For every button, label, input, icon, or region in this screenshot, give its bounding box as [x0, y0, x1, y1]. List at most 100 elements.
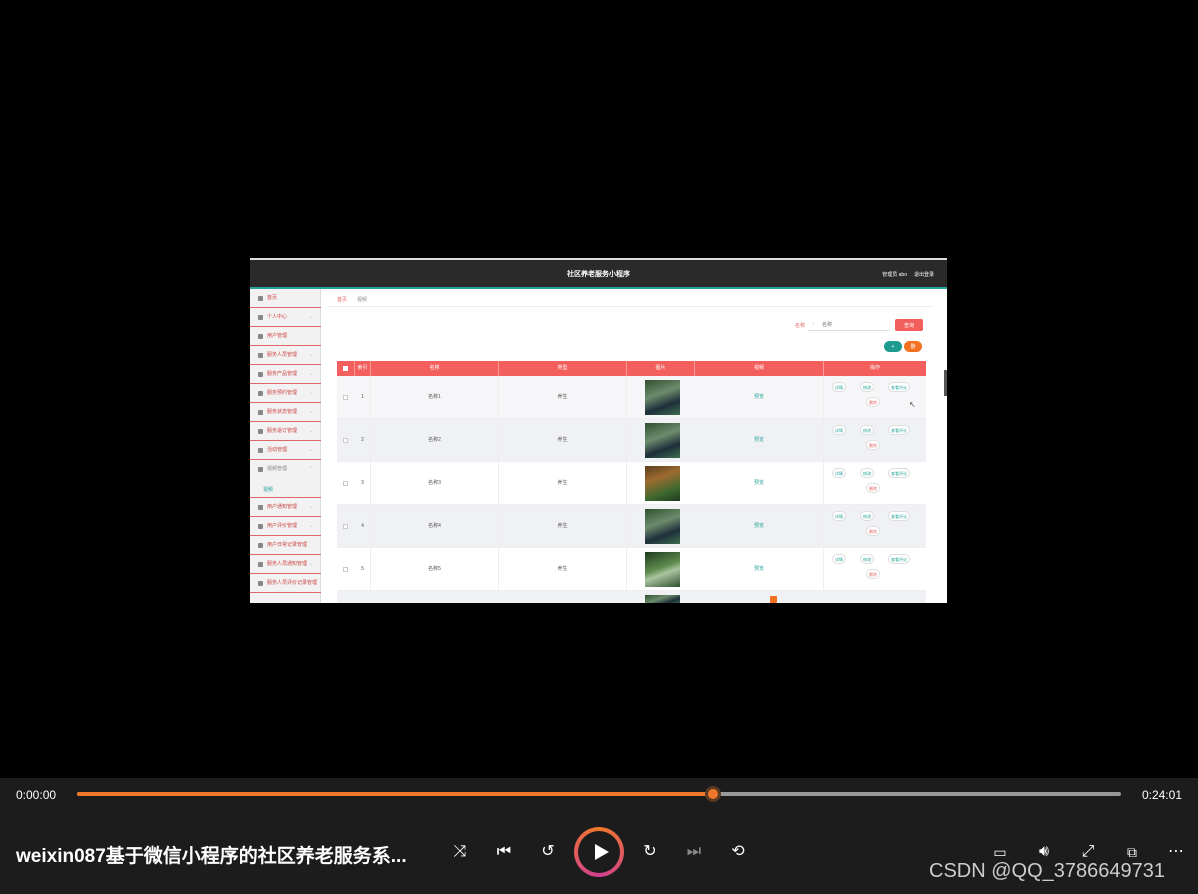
row-checkbox[interactable] [343, 567, 348, 572]
row-checkbox[interactable] [343, 481, 348, 486]
detail-button[interactable]: 详情 [832, 425, 846, 435]
sidebar-item-home[interactable]: 首页 [250, 289, 321, 308]
edit-button[interactable]: 修改 [860, 511, 874, 521]
row-thumbnail[interactable] [645, 509, 680, 544]
seek-bar-handle[interactable] [704, 786, 721, 802]
detail-button[interactable]: 详情 [832, 382, 846, 392]
previous-icon[interactable]: ⏮ [492, 840, 516, 864]
cell-video-preview[interactable]: 预览 [695, 419, 824, 462]
chevron-down-icon: ⌄ [308, 314, 313, 320]
sidebar-item-label: 用户日常记录管理 [267, 542, 308, 548]
header-type: 类型 [499, 361, 627, 376]
chevron-down-icon: ⌄ [308, 371, 313, 377]
sidebar-subitem-video[interactable]: 视频 [263, 486, 273, 493]
sidebar-item-staff-review[interactable]: 服务人员评价记录管理 [250, 574, 321, 593]
table-row: 5 名称5 养生 预览 详情 修改 查看评论 删除 [337, 548, 926, 591]
sidebar-item-label: 服务产品管理 [267, 371, 298, 377]
sidebar-item-video[interactable]: 视频管理 ⌃ [250, 460, 321, 498]
sidebar-item-user-review[interactable]: 用户评价管理 ⌄ [250, 517, 321, 536]
forward-30-icon[interactable]: ↻ [638, 840, 662, 864]
row-delete-button[interactable]: 删除 [866, 483, 880, 493]
chevron-down-icon: ⌄ [308, 409, 313, 415]
search-label: 名称 [795, 323, 806, 329]
cell-video-preview[interactable]: 预览 [695, 376, 824, 419]
breadcrumb-home[interactable]: 首页 [337, 296, 347, 303]
cell-name: 名称2 [371, 419, 499, 462]
cell-type: 养生 [499, 462, 627, 505]
row-checkbox[interactable] [343, 395, 348, 400]
shuffle-icon[interactable]: ⤨ [448, 840, 472, 864]
app-title: 社区养老服务小程序 [567, 271, 630, 278]
scrollbar-thumb[interactable] [944, 370, 947, 396]
sidebar-item-user-notice[interactable]: 用户通知管理 ⌄ [250, 498, 321, 517]
edit-button[interactable]: 修改 [860, 468, 874, 478]
header-actions: 操作 [869, 365, 880, 371]
view-comments-button[interactable]: 查看评论 [888, 511, 910, 521]
edit-button[interactable]: 修改 [860, 382, 874, 392]
detail-button[interactable]: 详情 [832, 554, 846, 564]
search-button[interactable]: 查询 [895, 319, 923, 331]
table-header: 索引 名称 类型 图片 视频 操作 [337, 361, 926, 376]
row-checkbox[interactable] [343, 524, 348, 529]
sidebar-item-refund[interactable]: 服务退订管理 ⌄ [250, 422, 321, 441]
header-accent-line [250, 287, 947, 289]
cell-index: 4 [355, 505, 371, 548]
header-checkbox[interactable] [337, 361, 355, 376]
row-checkbox[interactable] [343, 438, 348, 443]
row-delete-button[interactable]: 删除 [866, 440, 880, 450]
detail-button[interactable]: 详情 [832, 511, 846, 521]
logout-link[interactable]: 退出登录 [914, 271, 934, 278]
sidebar-item-activity[interactable]: 活动管理 ⌄ [250, 441, 321, 460]
row-delete-button[interactable]: 删除 [866, 526, 880, 536]
cell-video-preview[interactable]: 预览 [695, 505, 824, 548]
table-row: 4 名称4 养生 预览 详情 修改 查看评论 删除 [337, 505, 926, 548]
view-comments-button[interactable]: 查看评论 [888, 425, 910, 435]
row-delete-button[interactable]: 删除 [866, 569, 880, 579]
row-thumbnail[interactable] [645, 423, 680, 458]
search-input[interactable] [808, 319, 890, 331]
header-index: 索引 [355, 361, 371, 376]
cell-index: 5 [355, 548, 371, 591]
sidebar-item-label: 用户通知管理 [267, 504, 298, 510]
chevron-down-icon: ⌄ [308, 504, 313, 510]
edit-button[interactable]: 修改 [860, 425, 874, 435]
view-comments-button[interactable]: 查看评论 [888, 554, 910, 564]
sidebar-item-users[interactable]: 用户管理 [250, 327, 321, 346]
row-thumbnail[interactable] [645, 380, 680, 415]
cell-video-preview[interactable]: 预览 [695, 548, 824, 591]
sidebar-item-booking[interactable]: 服务预约管理 ⌄ [250, 384, 321, 403]
repeat-off-icon[interactable]: ⟲ [726, 840, 750, 864]
sidebar-item-label: 服务状态管理 [267, 409, 298, 415]
sidebar-item-products[interactable]: 服务产品管理 ⌄ [250, 365, 321, 384]
delete-button[interactable]: 删 [904, 341, 922, 352]
row-thumbnail[interactable] [645, 552, 680, 587]
sidebar-item-daily-record[interactable]: 用户日常记录管理 [250, 536, 321, 555]
table-row: 1 名称1 养生 预览 详情 修改 查看评论 删除 [337, 376, 926, 419]
next-icon[interactable]: ⏭ [682, 840, 706, 864]
row-delete-button[interactable]: 删除 [866, 397, 880, 407]
sidebar-item-staff-notice[interactable]: 服务人员通知管理 ⌄ [250, 555, 321, 574]
seek-bar[interactable] [77, 786, 1121, 802]
row-thumbnail[interactable] [645, 595, 680, 603]
row-thumbnail[interactable] [645, 466, 680, 501]
breadcrumb-current: 视频 [357, 297, 368, 303]
home-icon [258, 296, 263, 301]
sidebar-item-staff[interactable]: 服务人员管理 ⌄ [250, 346, 321, 365]
refund-icon [258, 429, 263, 434]
view-comments-button[interactable]: 查看评论 [888, 382, 910, 392]
add-button[interactable]: + [884, 341, 902, 352]
view-comments-button[interactable]: 查看评论 [888, 468, 910, 478]
play-icon [595, 844, 609, 860]
play-button[interactable] [574, 827, 624, 877]
detail-button[interactable]: 详情 [832, 468, 846, 478]
rewind-10-icon[interactable]: ↺ [536, 840, 560, 864]
cell-video-preview[interactable]: 预览 [695, 462, 824, 505]
edit-button[interactable]: 修改 [860, 554, 874, 564]
sidebar-item-status[interactable]: 服务状态管理 ⌄ [250, 403, 321, 422]
sidebar-item-label: 服务退订管理 [267, 428, 298, 434]
chevron-down-icon: ⌄ [308, 523, 313, 529]
more-options-icon[interactable]: ⋯ [1164, 840, 1188, 864]
sidebar-item-profile[interactable]: 个人中心 ⌄ [250, 308, 321, 327]
sidebar-item-label: 用户评价管理 [267, 523, 298, 529]
cell-type: 养生 [499, 548, 627, 591]
